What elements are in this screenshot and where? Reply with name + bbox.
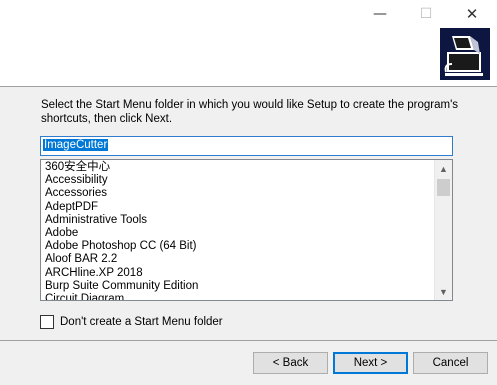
folder-list-item[interactable]: Accessibility bbox=[45, 174, 198, 187]
no-start-menu-folder-label[interactable]: Don't create a Start Menu folder bbox=[60, 316, 223, 328]
folder-list-item[interactable]: Circuit Diagram bbox=[45, 293, 198, 300]
close-button[interactable]: ✕ bbox=[449, 0, 495, 28]
maximize-icon: ☐ bbox=[419, 6, 433, 22]
back-button[interactable]: < Back bbox=[253, 352, 328, 374]
close-icon: ✕ bbox=[465, 5, 479, 23]
scroll-thumb[interactable] bbox=[437, 179, 450, 196]
chevron-down-icon: ▼ bbox=[439, 286, 448, 297]
maximize-button[interactable]: ☐ bbox=[403, 0, 449, 28]
folder-list-item[interactable]: Adobe Photoshop CC (64 Bit) bbox=[45, 240, 198, 253]
folder-input-value: ImageCutter bbox=[43, 139, 109, 151]
instructions-text: Select the Start Menu folder in which yo… bbox=[41, 99, 459, 125]
folder-list-scrollbar[interactable]: ▲ ▼ bbox=[434, 160, 452, 300]
folder-list-item[interactable]: Administrative Tools bbox=[45, 214, 198, 227]
folder-list-item[interactable]: Aloof BAR 2.2 bbox=[45, 253, 198, 266]
folder-list-items: 360安全中心 Accessibility Accessories AdeptPDF A… bbox=[45, 161, 198, 300]
wizard-header: — ☐ ✕ bbox=[0, 0, 497, 87]
folder-list-item[interactable]: Burp Suite Community Edition bbox=[45, 280, 198, 293]
scroll-up-button[interactable]: ▲ bbox=[435, 160, 452, 177]
no-start-menu-folder-option[interactable]: Don't create a Start Menu folder bbox=[40, 315, 223, 329]
folder-list-item[interactable]: 360安全中心 bbox=[45, 161, 198, 174]
next-button[interactable]: Next > bbox=[333, 352, 408, 374]
minimize-button[interactable]: — bbox=[357, 0, 403, 28]
folder-list-item[interactable]: ARCHline.XP 2018 bbox=[45, 267, 198, 280]
chevron-up-icon: ▲ bbox=[439, 163, 448, 174]
cancel-button[interactable]: Cancel bbox=[413, 352, 488, 374]
scroll-down-button[interactable]: ▼ bbox=[435, 283, 452, 300]
no-start-menu-folder-checkbox[interactable] bbox=[40, 315, 54, 329]
start-menu-folder-input[interactable]: ImageCutter bbox=[40, 136, 453, 156]
folder-list-item[interactable]: Accessories bbox=[45, 187, 198, 200]
footer-divider bbox=[0, 340, 497, 341]
start-menu-folder-list[interactable]: 360安全中心 Accessibility Accessories AdeptPDF A… bbox=[40, 159, 453, 301]
folder-list-item[interactable]: Adobe bbox=[45, 227, 198, 240]
minimize-icon: — bbox=[373, 6, 387, 22]
folder-list-item[interactable]: AdeptPDF bbox=[45, 201, 198, 214]
setup-computer-icon bbox=[440, 28, 490, 80]
